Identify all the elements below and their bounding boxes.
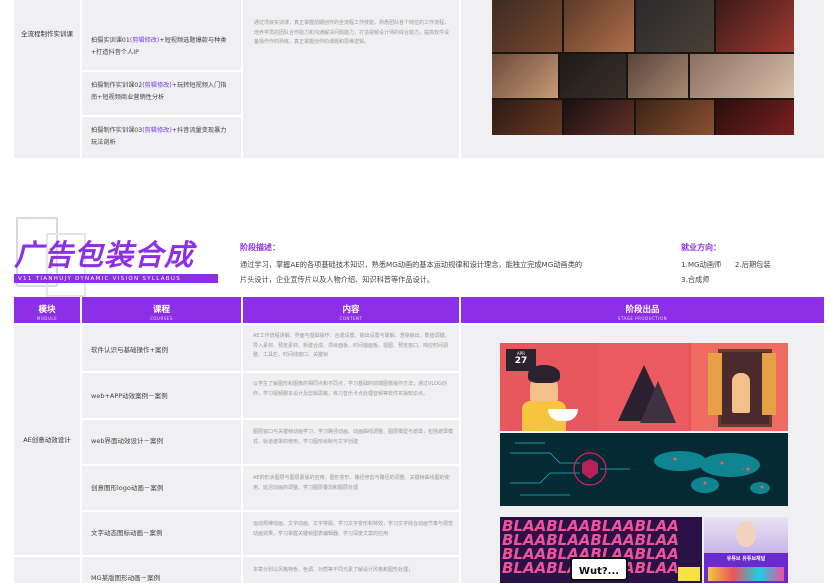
rock-illustration: [640, 381, 676, 423]
header-output: 阶段出品 STAGE PRODUCTION: [461, 297, 824, 323]
window-shutter: [762, 353, 776, 415]
film-still: [560, 54, 626, 98]
career-line-2: 3.合成师: [681, 275, 710, 284]
top-content-text: 通过项目实训课，真正掌握前期创作的全流程工作技能，熟悉团队各个岗位的工作流程，培…: [254, 20, 450, 45]
thumb-strip: [708, 567, 784, 581]
film-still: [628, 54, 688, 98]
ae-content-4: AE的形状图层与图层蒙版的应用、图形变形、路径修剪与路径的调整、关键帧曲线图的使…: [253, 475, 450, 491]
top-course-2: 拍摄制作实训课02(剪辑修改)+玩转短视频入门指南+短视频商业营销性分析: [91, 82, 227, 101]
ae-content-6: 本章分别以风格特色、色调、对质等不同元素了解设计风格和图形处理；: [253, 567, 414, 573]
film-still: [492, 100, 562, 135]
stage-label: 阶段描述：: [240, 243, 280, 252]
stage-desc-2: 片头设计，企业宣传片以及人物介绍、知识科普等作品设计。: [240, 275, 435, 284]
accent-shape: [678, 567, 700, 581]
ae-content-1: AE工作流程讲解、界面与基础操作、合成设置、输出设置与破解、渲染输出、数值调键。…: [253, 333, 450, 358]
ae-course-2: web+APP动效案例－案例: [91, 392, 168, 400]
ae-course-1: 软件认识与基础操作+案例: [91, 346, 168, 354]
ae-course-6: MG某版图形动画－案例: [91, 574, 161, 582]
film-still: [636, 0, 714, 52]
illustration-poster: APR 27: [500, 343, 788, 431]
illustration-blaa-typography: BLAABLAABLAABLAA BLAABLAABLAABLAA BLAABL…: [500, 517, 702, 583]
header-content: 内容 CONTENT: [243, 297, 459, 323]
section-title: 广告包装合成: [14, 238, 195, 272]
career-line-1: 1.MG动画师 2.后期包装: [681, 260, 771, 269]
window-shutter: [708, 353, 722, 415]
top-module-cell: [14, 0, 80, 158]
top-module-label: 全流程制作实训课: [21, 30, 73, 38]
film-still: [564, 100, 634, 135]
film-still: [492, 0, 562, 52]
kr-caption: 유튜브 유튜브채널: [726, 556, 766, 562]
film-still: [564, 0, 634, 52]
window-figure: [732, 373, 750, 413]
ae-course-3: web界面动效设计－案例: [91, 437, 163, 445]
ae-course-4: 创意图形logo动画－案例: [91, 484, 164, 492]
ae-module-label: AE创意动效设计: [23, 436, 71, 444]
film-still: [716, 0, 794, 52]
character-hair: [528, 365, 560, 383]
top-course-1: 拍摄实训课01(剪辑修改)+短视频选题爆款与种类+打造抖音个人IP: [91, 37, 227, 56]
stage-desc-1: 通过学习，掌握AE的各项基础技术知识，熟悉MG动画的基本运动规律和设计理念，能独…: [240, 260, 583, 269]
ae-course-5: 文字动态图标动画－案例: [91, 529, 163, 537]
ae-content-5: 运动规律动画、文字动画、文字排版、学习文字变形和特效，学习文字综合动画节奏与视觉…: [253, 521, 454, 537]
ae-module-cell-next: [14, 557, 80, 583]
speech-bubble: Wut?...: [570, 557, 628, 581]
film-stills-collage: [492, 0, 794, 135]
film-still: [636, 100, 714, 135]
header-course: 课程 COURSES: [82, 297, 241, 323]
career-label: 就业方向：: [681, 243, 721, 252]
ae-content-2: 以学生了解图形和图像的相同点和不同点，学习基础的前端图像操作方法；通过VLOG创…: [253, 381, 447, 397]
film-still: [690, 54, 794, 98]
neon-map-graphic: [510, 442, 770, 496]
film-still: [716, 100, 794, 135]
portrait-face: [736, 521, 756, 547]
top-course-3: 拍摄制作实训课03(剪辑修改)+抖音流量变现暴力玩法剖析: [91, 127, 227, 146]
illustration-kr-channel: 유튜브 유튜브채널: [704, 517, 788, 583]
film-still: [492, 54, 558, 98]
header-module: 模块 MODULE: [14, 297, 80, 323]
illustration-neon-map: [500, 433, 788, 506]
ae-content-3: 图层窗口与关键帧动画学习，学习路径动画、动画曲线调整、图层模型与遮罩，包括遮罩模…: [253, 429, 454, 445]
section-subtitle: V11 TIANHUJY DYNAMIC VISION SYLLABUS: [18, 276, 182, 282]
